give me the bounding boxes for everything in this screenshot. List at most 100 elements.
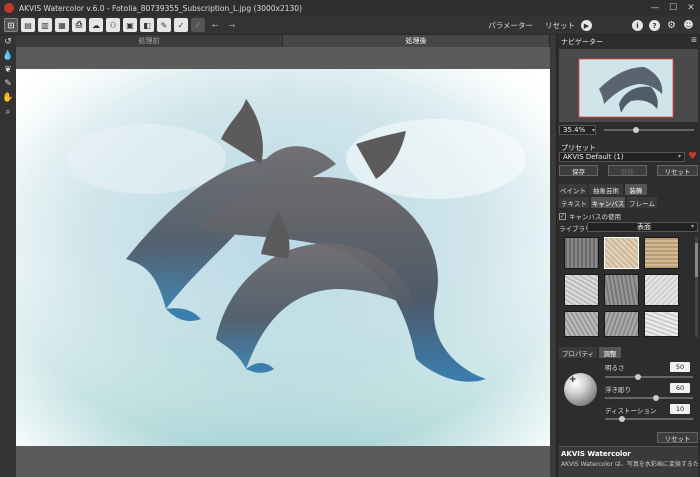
light-direction-sphere[interactable]: + <box>564 373 597 406</box>
navigator-collapse-icon[interactable]: ⊞ <box>691 36 697 44</box>
preset-value: AKVIS Default (1) <box>563 153 624 161</box>
tab-before[interactable]: 処理前 <box>16 35 283 47</box>
help-title: AKVIS Watercolor <box>561 450 631 458</box>
save-file-icon[interactable]: ▥ <box>38 18 52 32</box>
image-workspace: 処理前 処理後 <box>16 35 550 477</box>
library-dropdown-icon: ▾ <box>690 223 694 230</box>
relief-slider[interactable] <box>605 397 693 399</box>
hand-tool-icon[interactable]: ✋ <box>0 91 16 105</box>
use-canvas-check-icon: ✓ <box>559 212 566 220</box>
info-icon[interactable]: i <box>632 20 643 31</box>
brightness-value[interactable]: 50 <box>670 362 690 372</box>
tab-adjust[interactable]: 調整 <box>599 347 621 358</box>
preset-save-button[interactable]: 保存 <box>559 165 598 176</box>
brightness-slider[interactable] <box>605 376 693 378</box>
settings-panel: ナビゲーター ⊞ 35.4% ▾ プリセット AKVIS Default (1)… <box>556 35 700 477</box>
use-canvas-checkbox[interactable]: ✓ キャンバスの使用 <box>559 211 621 221</box>
brush-icon[interactable]: ✎ <box>157 18 171 32</box>
toolbar-right: パラメーター リセット ▶ i ? ⚙ ☻ <box>488 16 700 35</box>
help-text: AKVIS Watercolor は、写真を水彩画に変換するための 芸術的なツー… <box>561 461 698 468</box>
close-button[interactable]: ✕ <box>682 0 700 16</box>
texture-scrollbar-thumb[interactable] <box>695 243 698 277</box>
navigator-thumbnail[interactable] <box>559 49 698 122</box>
zoom-select[interactable]: 35.4% ▾ <box>559 125 596 135</box>
share-icon[interactable]: ☁ <box>89 18 103 32</box>
zoom-row: 35.4% ▾ <box>559 125 698 135</box>
preset-select[interactable]: AKVIS Default (1) ▾ <box>559 152 685 162</box>
preset-reset-button[interactable]: リセット <box>657 165 698 176</box>
navigator-title: ナビゲーター <box>561 38 603 46</box>
window-controls: — ☐ ✕ <box>646 0 700 16</box>
tab-abstract[interactable]: 抽象芸術 <box>589 184 623 195</box>
apply-icon[interactable]: ✓ <box>174 18 188 32</box>
zoom-slider[interactable] <box>604 129 694 131</box>
help-icon[interactable]: ? <box>649 20 660 31</box>
app-logo-icon <box>4 3 14 13</box>
presets-icon[interactable]: ◧ <box>140 18 154 32</box>
adjust-reset-button[interactable]: リセット <box>657 432 698 443</box>
library-select[interactable]: 表面 ▾ <box>587 222 698 232</box>
view-tabs: 処理前 処理後 <box>16 35 550 47</box>
plugins-icon[interactable]: ⚇ <box>106 18 120 32</box>
library-value: 表面 <box>637 223 651 231</box>
maximize-button[interactable]: ☐ <box>664 0 682 16</box>
texture-tile[interactable] <box>564 237 599 269</box>
tab-after[interactable]: 処理後 <box>283 35 550 47</box>
minimize-button[interactable]: — <box>646 0 664 16</box>
image-margin-bottom <box>16 446 550 477</box>
image-margin-top <box>16 47 550 69</box>
tab-canvas[interactable]: キャンバス <box>591 197 625 208</box>
texture-tile[interactable] <box>644 311 679 337</box>
brightness-label: 明るさ <box>605 364 625 372</box>
settings-icon[interactable]: ⚙ <box>666 20 677 31</box>
help-panel: AKVIS Watercolor AKVIS Watercolor は、写真を水… <box>559 446 698 477</box>
open-file-icon[interactable]: ▤ <box>21 18 35 32</box>
user-icon[interactable]: ☻ <box>683 20 694 31</box>
pencil-tool-icon[interactable]: ✎ <box>0 77 16 91</box>
texture-tile[interactable] <box>564 274 599 306</box>
texture-tile[interactable] <box>604 311 639 337</box>
distortion-slider-knob[interactable] <box>619 416 625 422</box>
texture-tile[interactable] <box>564 311 599 337</box>
zoom-slider-knob[interactable] <box>632 127 639 133</box>
texture-tile[interactable] <box>644 237 679 269</box>
undo-icon[interactable]: ← <box>208 18 222 32</box>
title-bar: AKVIS Watercolor v.6.0 - Fotolia_8073935… <box>0 0 700 16</box>
distortion-value[interactable]: 10 <box>670 404 690 414</box>
distortion-label: ディストーション <box>605 407 657 415</box>
relief-value[interactable]: 60 <box>670 383 690 393</box>
texture-tile[interactable] <box>644 274 679 306</box>
texture-library-grid <box>564 237 698 347</box>
processed-image[interactable] <box>16 69 550 446</box>
texture-scrollbar[interactable] <box>695 237 698 337</box>
parameters-button[interactable]: パラメーター <box>488 20 533 31</box>
print-icon[interactable]: ⎙ <box>72 18 86 32</box>
tab-text[interactable]: テキスト <box>559 197 589 208</box>
tab-frame[interactable]: フレーム <box>627 197 657 208</box>
batch-icon[interactable]: ▦ <box>55 18 69 32</box>
run-icon[interactable]: ▶ <box>581 20 592 31</box>
tab-paint[interactable]: ペイント <box>559 184 587 195</box>
use-canvas-label: キャンバスの使用 <box>569 213 621 221</box>
check-disabled-icon[interactable]: ✓ <box>191 18 205 32</box>
main-toolbar: ⊡ ▤ ▥ ▦ ⎙ ☁ ⚇ ▣ ◧ ✎ ✓ ✓ ← → パラメーター リセット … <box>0 16 700 35</box>
drop-tool-icon[interactable]: 💧 <box>0 49 16 63</box>
zoom-tool-icon[interactable]: ⌕ <box>0 105 16 119</box>
preset-delete-button[interactable]: 削除 <box>608 165 647 176</box>
favorite-heart-icon[interactable]: ♥ <box>688 151 697 162</box>
texture-tile[interactable] <box>604 237 639 269</box>
texture-tile[interactable] <box>604 274 639 306</box>
canvas-toggle-icon[interactable]: ▣ <box>123 18 137 32</box>
watercolor-brush-icon[interactable]: ❦ <box>0 63 16 77</box>
direction-tool-icon[interactable]: ↺ <box>0 35 16 49</box>
workspace-icon[interactable]: ⊡ <box>4 18 18 32</box>
relief-label: 浮き彫り <box>605 386 631 394</box>
tools-panel: ↺ 💧 ❦ ✎ ✋ ⌕ <box>0 35 16 477</box>
relief-slider-knob[interactable] <box>653 395 659 401</box>
tab-decoration[interactable]: 装飾 <box>625 184 647 195</box>
brightness-slider-knob[interactable] <box>635 374 641 380</box>
tab-properties[interactable]: プロパティ <box>559 347 597 358</box>
redo-icon[interactable]: → <box>225 18 239 32</box>
reset-button[interactable]: リセット <box>545 20 575 31</box>
zoom-dropdown-icon: ▾ <box>592 126 596 134</box>
